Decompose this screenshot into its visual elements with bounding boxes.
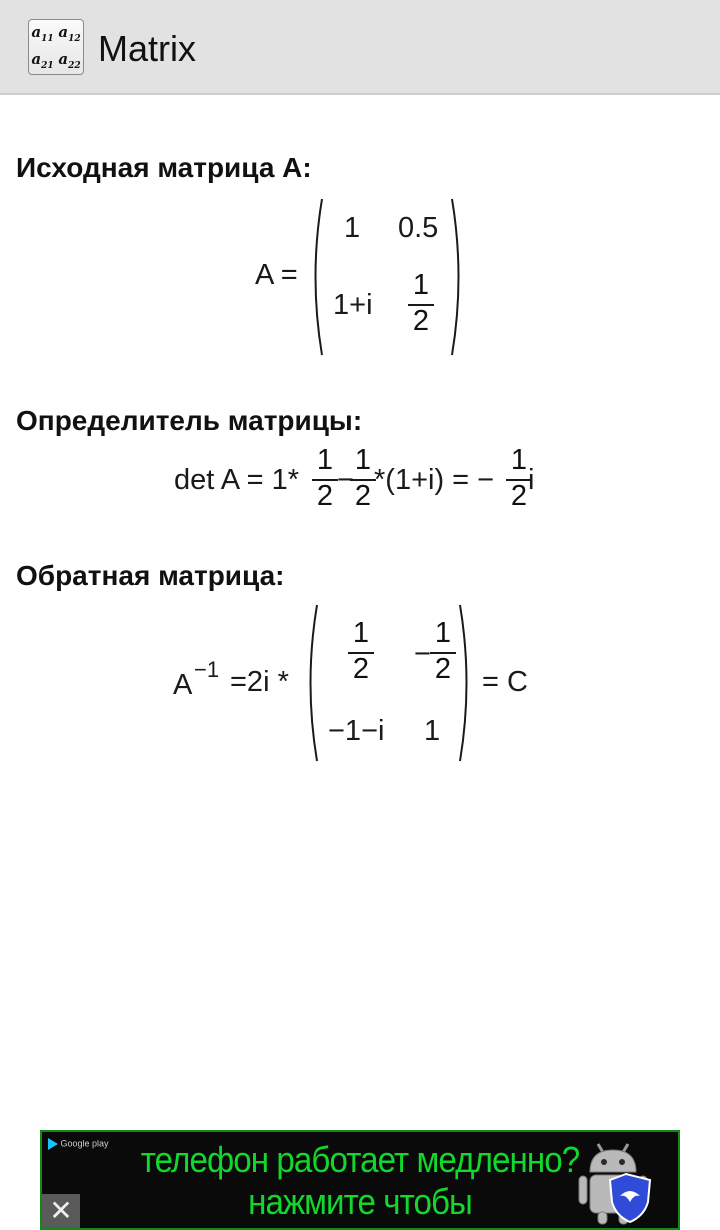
inverse-cell-r1c2-fraction: 1 2	[428, 618, 458, 688]
inverse-cell-r2c2: 1	[424, 715, 441, 747]
source-matrix-lhs: A =	[255, 259, 298, 291]
android-shield-icon	[578, 1143, 652, 1225]
left-parenthesis-icon	[314, 198, 323, 356]
fraction-numerator: 1	[352, 617, 370, 649]
app-bar: a11 a12 a21 a22 Matrix	[0, 0, 720, 95]
source-matrix-heading: Исходная матрица A:	[16, 152, 312, 183]
right-parenthesis-icon	[459, 604, 468, 762]
fraction-denominator: 2	[316, 480, 334, 512]
det-lead: det A = 1*	[174, 464, 299, 496]
right-parenthesis-icon	[451, 198, 460, 356]
source-cell-r2c2-fraction: 1 2	[406, 270, 436, 340]
source-cell-r2c1: 1+i	[333, 289, 373, 321]
google-play-badge-label: Google play	[60, 1138, 109, 1149]
inverse-lhs-exponent: −1	[194, 657, 220, 682]
ad-text-line-1: телефон работает медленно?	[140, 1139, 580, 1180]
source-cell-r1c2: 0.5	[398, 212, 439, 244]
det-middle: *(1+i) = −	[374, 464, 495, 496]
icon-cell-a21: a21	[31, 50, 54, 71]
inverse-cell-r2c1: −1−i	[328, 715, 385, 747]
source-cell-r1c1: 1	[344, 212, 361, 244]
google-play-badge: Google play	[48, 1138, 109, 1150]
determinant-heading: Определитель матрицы:	[16, 405, 363, 436]
inverse-cell-r1c1-fraction: 1 2	[346, 618, 376, 688]
icon-cell-a12: a12	[58, 23, 81, 44]
left-parenthesis-icon	[309, 604, 318, 762]
play-store-icon	[48, 1138, 58, 1150]
fraction-denominator: 2	[434, 653, 452, 685]
icon-cell-a22: a22	[58, 50, 81, 71]
ad-text-line-2: нажмите чтобы восстанавливать!	[232, 1181, 488, 1229]
fraction-numerator: 1	[434, 617, 452, 649]
fraction-denominator: 2	[352, 653, 370, 685]
inverse-lhs-rest: =2i *	[230, 666, 289, 698]
inverse-heading: Обратная матрица:	[16, 560, 285, 591]
fraction-denominator: 2	[412, 305, 430, 337]
fraction-numerator: 1	[316, 444, 334, 476]
fraction-numerator: 1	[412, 269, 430, 301]
app-title: Matrix	[98, 28, 196, 69]
inverse-lhs-base: A	[173, 669, 193, 701]
det-fraction-1: 1 2	[310, 445, 340, 515]
ad-banner[interactable]: Google play телефон работает медленно? н…	[40, 1130, 680, 1230]
matrix-app-icon[interactable]: a11 a12 a21 a22	[28, 19, 84, 75]
inverse-rhs: = C	[482, 666, 528, 698]
ad-close-button[interactable]: ✕	[42, 1194, 80, 1228]
icon-cell-a11: a11	[31, 23, 54, 44]
det-tail: i	[528, 464, 535, 496]
